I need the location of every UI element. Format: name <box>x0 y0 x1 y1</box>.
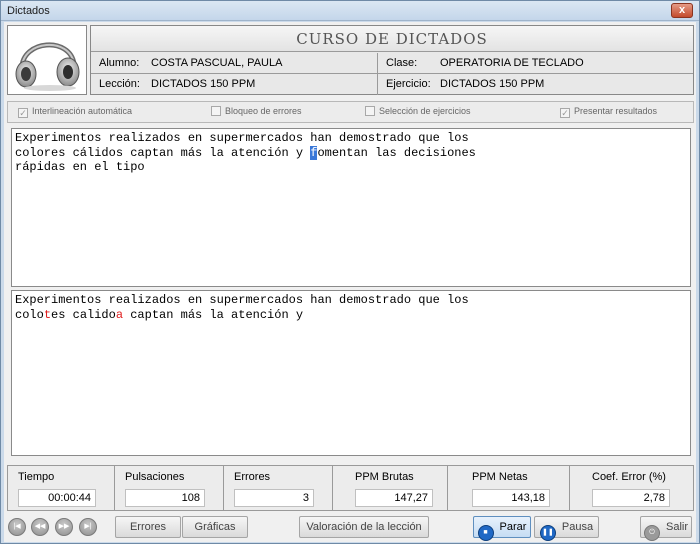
bottom-toolbar: |◀ ◀◀ ▶▶ ▶| Errores Gráficas Valoración … <box>4 514 696 542</box>
salir-button[interactable]: ⏻ Salir <box>640 516 692 541</box>
typed-line: Experimentos realizados en supermercados… <box>15 293 469 307</box>
stat-value: 3 <box>234 489 314 507</box>
valoracion-button-label: Valoración de la lección <box>306 521 422 533</box>
checkbox-icon[interactable] <box>211 106 221 116</box>
nav-last-button[interactable]: ▶| <box>79 518 97 536</box>
typing-error: a <box>115 307 124 322</box>
salir-button-label: Salir <box>665 521 688 533</box>
source-line: colores cálidos captan más la atención y… <box>15 145 687 161</box>
rewind-icon: ◀◀ <box>34 523 46 530</box>
typed-line: colotes calidoa captan más la atención y <box>15 308 687 323</box>
stat-coef-error: Coef. Error (%) 2,78 <box>570 466 693 510</box>
window-title: Dictados <box>7 5 50 17</box>
stat-label: Errores <box>234 471 271 483</box>
course-info-panel: CURSO DE DICTADOS Alumno: COSTA PASCUAL,… <box>90 25 694 95</box>
typed-segment: es calido <box>51 307 116 322</box>
source-text-panel: Experimentos realizados en supermercados… <box>11 128 691 287</box>
valoracion-leccion-button[interactable]: Valoración de la lección <box>299 516 429 538</box>
nav-prev-button[interactable]: ◀◀ <box>31 518 49 536</box>
option-label: Selección de ejercicios <box>379 106 471 116</box>
headphones-icon <box>15 42 80 91</box>
source-text-segment: colores cálidos captan más la atención y <box>15 145 311 160</box>
stats-panel: Tiempo 00:00:44 Pulsaciones 108 Errores … <box>7 465 694 511</box>
leccion-label: Lección: <box>99 78 140 90</box>
stat-value: 147,27 <box>355 489 433 507</box>
stat-tiempo: Tiempo 00:00:44 <box>8 466 115 510</box>
typing-input-panel[interactable]: Experimentos realizados en supermercados… <box>11 290 691 456</box>
option-label: Interlineación automática <box>32 106 133 116</box>
typing-error: t <box>43 307 52 322</box>
ejercicio-value: DICTADOS 150 PPM <box>440 78 545 90</box>
student-row: Alumno: COSTA PASCUAL, PAULA Clase: OPER… <box>91 53 693 74</box>
pausa-button-label: Pausa <box>561 521 594 533</box>
close-icon: x <box>678 4 686 16</box>
typed-segment: colo <box>15 307 44 322</box>
option-presentar-resultados[interactable]: ✓ Presentar resultados <box>560 106 657 118</box>
options-bar: ✓ Interlineación automática Bloqueo de er… <box>7 101 694 123</box>
source-line: Experimentos realizados en supermercados… <box>15 131 469 145</box>
stat-label: Pulsaciones <box>125 471 185 483</box>
option-label: Presentar resultados <box>574 106 658 116</box>
source-text-segment: omentan las decisiones <box>317 145 476 160</box>
clase-value: OPERATORIA DE TECLADO <box>440 57 584 69</box>
option-label: Bloqueo de errores <box>225 106 302 116</box>
clase-label: Clase: <box>386 57 418 69</box>
stat-label: PPM Netas <box>472 471 528 483</box>
option-seleccion-ejercicios[interactable]: Selección de ejercicios <box>365 106 471 116</box>
dictados-window: Dictados x CURSO DE DICTADOS Alumno: COS… <box>0 0 700 544</box>
stat-pulsaciones: Pulsaciones 108 <box>115 466 224 510</box>
typed-segment: captan más la atención y <box>123 307 304 322</box>
stat-value: 108 <box>125 489 205 507</box>
pausa-button[interactable]: ❚❚ Pausa <box>534 516 599 541</box>
parar-button-label: Parar <box>499 521 527 533</box>
stat-label: Tiempo <box>18 471 55 483</box>
alumno-value: COSTA PASCUAL, PAULA <box>151 57 283 69</box>
nav-next-button[interactable]: ▶▶ <box>55 518 73 536</box>
client-area: CURSO DE DICTADOS Alumno: COSTA PASCUAL,… <box>4 22 696 542</box>
stat-label: Coef. Error (%) <box>592 471 666 483</box>
alumno-label: Alumno: <box>99 57 140 69</box>
header-divider <box>377 53 378 95</box>
stat-ppm-brutas: PPM Brutas 147,27 <box>333 466 448 510</box>
course-title: CURSO DE DICTADOS <box>91 26 693 52</box>
source-line: rápidas en el tipo <box>15 160 145 174</box>
ejercicio-label: Ejercicio: <box>386 78 431 90</box>
stat-value: 00:00:44 <box>18 489 96 507</box>
lesson-row: Lección: DICTADOS 150 PPM Ejercicio: DIC… <box>91 74 693 95</box>
skip-back-icon: |◀ <box>13 523 21 530</box>
stat-label: PPM Brutas <box>355 471 414 483</box>
option-bloqueo-errores[interactable]: Bloqueo de errores <box>211 106 302 116</box>
headphones-logo <box>7 25 87 95</box>
option-interlineacion[interactable]: ✓ Interlineación automática <box>18 106 132 118</box>
errores-button[interactable]: Errores <box>115 516 181 538</box>
checkbox-checked-icon[interactable]: ✓ <box>560 108 570 118</box>
leccion-value: DICTADOS 150 PPM <box>151 78 256 90</box>
skip-forward-icon: ▶| <box>84 523 92 530</box>
fast-forward-icon: ▶▶ <box>58 523 70 530</box>
power-icon: ⏻ <box>643 525 660 541</box>
graficas-button-label: Gráficas <box>194 521 236 533</box>
stat-value: 2,78 <box>592 489 670 507</box>
stat-errores: Errores 3 <box>224 466 333 510</box>
stop-icon: ■ <box>477 525 494 541</box>
checkbox-checked-icon[interactable]: ✓ <box>18 108 28 118</box>
close-button[interactable]: x <box>671 3 693 18</box>
parar-button[interactable]: ■ Parar <box>473 516 531 541</box>
stat-value: 143,18 <box>472 489 550 507</box>
errores-button-label: Errores <box>129 521 167 533</box>
stat-ppm-netas: PPM Netas 143,18 <box>448 466 570 510</box>
title-bar[interactable]: Dictados x <box>1 1 699 21</box>
checkbox-icon[interactable] <box>365 106 375 116</box>
nav-first-button[interactable]: |◀ <box>8 518 26 536</box>
pause-icon: ❚❚ <box>539 525 556 541</box>
graficas-button[interactable]: Gráficas <box>182 516 248 538</box>
